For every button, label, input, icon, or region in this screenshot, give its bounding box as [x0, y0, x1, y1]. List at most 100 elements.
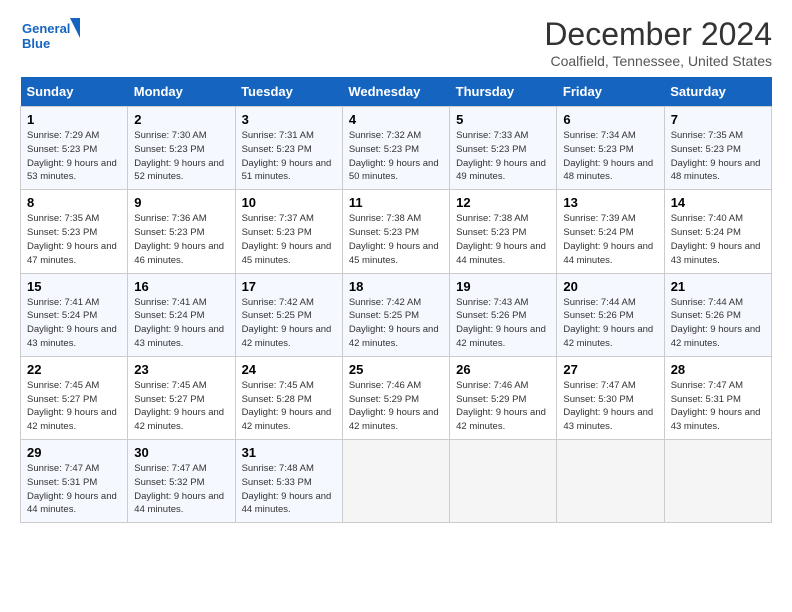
- page-header: General Blue December 2024 Coalfield, Te…: [20, 16, 772, 69]
- calendar-cell: 14 Sunrise: 7:40 AMSunset: 5:24 PMDaylig…: [664, 190, 771, 273]
- cell-info: Sunrise: 7:41 AMSunset: 5:24 PMDaylight:…: [134, 297, 224, 349]
- cell-info: Sunrise: 7:31 AMSunset: 5:23 PMDaylight:…: [242, 130, 332, 182]
- calendar-cell: 16 Sunrise: 7:41 AMSunset: 5:24 PMDaylig…: [128, 273, 235, 356]
- cell-info: Sunrise: 7:45 AMSunset: 5:27 PMDaylight:…: [134, 380, 224, 432]
- calendar-cell: 22 Sunrise: 7:45 AMSunset: 5:27 PMDaylig…: [21, 356, 128, 439]
- cell-info: Sunrise: 7:32 AMSunset: 5:23 PMDaylight:…: [349, 130, 439, 182]
- day-number: 9: [134, 195, 228, 210]
- day-number: 30: [134, 445, 228, 460]
- day-number: 31: [242, 445, 336, 460]
- calendar-cell: 4 Sunrise: 7:32 AMSunset: 5:23 PMDayligh…: [342, 107, 449, 190]
- calendar-cell: 5 Sunrise: 7:33 AMSunset: 5:23 PMDayligh…: [450, 107, 557, 190]
- day-number: 5: [456, 112, 550, 127]
- calendar-cell: [342, 440, 449, 523]
- day-number: 2: [134, 112, 228, 127]
- logo: General Blue: [20, 16, 80, 58]
- calendar-cell: 9 Sunrise: 7:36 AMSunset: 5:23 PMDayligh…: [128, 190, 235, 273]
- day-number: 18: [349, 279, 443, 294]
- title-block: December 2024 Coalfield, Tennessee, Unit…: [544, 16, 772, 69]
- cell-info: Sunrise: 7:37 AMSunset: 5:23 PMDaylight:…: [242, 213, 332, 265]
- calendar-cell: 11 Sunrise: 7:38 AMSunset: 5:23 PMDaylig…: [342, 190, 449, 273]
- day-number: 28: [671, 362, 765, 377]
- cell-info: Sunrise: 7:46 AMSunset: 5:29 PMDaylight:…: [349, 380, 439, 432]
- cell-info: Sunrise: 7:48 AMSunset: 5:33 PMDaylight:…: [242, 463, 332, 515]
- column-header-monday: Monday: [128, 77, 235, 107]
- calendar-cell: [450, 440, 557, 523]
- calendar-cell: 20 Sunrise: 7:44 AMSunset: 5:26 PMDaylig…: [557, 273, 664, 356]
- day-number: 16: [134, 279, 228, 294]
- cell-info: Sunrise: 7:47 AMSunset: 5:31 PMDaylight:…: [27, 463, 117, 515]
- cell-info: Sunrise: 7:45 AMSunset: 5:27 PMDaylight:…: [27, 380, 117, 432]
- cell-info: Sunrise: 7:38 AMSunset: 5:23 PMDaylight:…: [456, 213, 546, 265]
- day-number: 4: [349, 112, 443, 127]
- calendar-cell: 24 Sunrise: 7:45 AMSunset: 5:28 PMDaylig…: [235, 356, 342, 439]
- cell-info: Sunrise: 7:41 AMSunset: 5:24 PMDaylight:…: [27, 297, 117, 349]
- calendar-cell: 15 Sunrise: 7:41 AMSunset: 5:24 PMDaylig…: [21, 273, 128, 356]
- calendar-table: SundayMondayTuesdayWednesdayThursdayFrid…: [20, 77, 772, 523]
- day-number: 10: [242, 195, 336, 210]
- calendar-cell: 21 Sunrise: 7:44 AMSunset: 5:26 PMDaylig…: [664, 273, 771, 356]
- calendar-cell: 6 Sunrise: 7:34 AMSunset: 5:23 PMDayligh…: [557, 107, 664, 190]
- calendar-cell: 23 Sunrise: 7:45 AMSunset: 5:27 PMDaylig…: [128, 356, 235, 439]
- logo-svg: General Blue: [20, 16, 80, 58]
- calendar-cell: 12 Sunrise: 7:38 AMSunset: 5:23 PMDaylig…: [450, 190, 557, 273]
- cell-info: Sunrise: 7:44 AMSunset: 5:26 PMDaylight:…: [671, 297, 761, 349]
- calendar-cell: [664, 440, 771, 523]
- day-number: 26: [456, 362, 550, 377]
- day-number: 20: [563, 279, 657, 294]
- column-header-saturday: Saturday: [664, 77, 771, 107]
- cell-info: Sunrise: 7:36 AMSunset: 5:23 PMDaylight:…: [134, 213, 224, 265]
- column-header-sunday: Sunday: [21, 77, 128, 107]
- day-number: 27: [563, 362, 657, 377]
- cell-info: Sunrise: 7:44 AMSunset: 5:26 PMDaylight:…: [563, 297, 653, 349]
- calendar-cell: 27 Sunrise: 7:47 AMSunset: 5:30 PMDaylig…: [557, 356, 664, 439]
- day-number: 1: [27, 112, 121, 127]
- calendar-cell: 19 Sunrise: 7:43 AMSunset: 5:26 PMDaylig…: [450, 273, 557, 356]
- column-header-wednesday: Wednesday: [342, 77, 449, 107]
- cell-info: Sunrise: 7:43 AMSunset: 5:26 PMDaylight:…: [456, 297, 546, 349]
- column-header-thursday: Thursday: [450, 77, 557, 107]
- cell-info: Sunrise: 7:39 AMSunset: 5:24 PMDaylight:…: [563, 213, 653, 265]
- cell-info: Sunrise: 7:42 AMSunset: 5:25 PMDaylight:…: [242, 297, 332, 349]
- calendar-cell: 26 Sunrise: 7:46 AMSunset: 5:29 PMDaylig…: [450, 356, 557, 439]
- calendar-cell: 8 Sunrise: 7:35 AMSunset: 5:23 PMDayligh…: [21, 190, 128, 273]
- location: Coalfield, Tennessee, United States: [544, 53, 772, 69]
- cell-info: Sunrise: 7:47 AMSunset: 5:31 PMDaylight:…: [671, 380, 761, 432]
- svg-text:Blue: Blue: [22, 36, 50, 51]
- cell-info: Sunrise: 7:45 AMSunset: 5:28 PMDaylight:…: [242, 380, 332, 432]
- cell-info: Sunrise: 7:47 AMSunset: 5:30 PMDaylight:…: [563, 380, 653, 432]
- day-number: 8: [27, 195, 121, 210]
- cell-info: Sunrise: 7:34 AMSunset: 5:23 PMDaylight:…: [563, 130, 653, 182]
- day-number: 14: [671, 195, 765, 210]
- calendar-cell: 7 Sunrise: 7:35 AMSunset: 5:23 PMDayligh…: [664, 107, 771, 190]
- cell-info: Sunrise: 7:30 AMSunset: 5:23 PMDaylight:…: [134, 130, 224, 182]
- column-header-friday: Friday: [557, 77, 664, 107]
- day-number: 7: [671, 112, 765, 127]
- day-number: 23: [134, 362, 228, 377]
- cell-info: Sunrise: 7:38 AMSunset: 5:23 PMDaylight:…: [349, 213, 439, 265]
- day-number: 29: [27, 445, 121, 460]
- calendar-cell: 10 Sunrise: 7:37 AMSunset: 5:23 PMDaylig…: [235, 190, 342, 273]
- month-title: December 2024: [544, 16, 772, 53]
- cell-info: Sunrise: 7:35 AMSunset: 5:23 PMDaylight:…: [671, 130, 761, 182]
- svg-text:General: General: [22, 21, 70, 36]
- calendar-cell: 28 Sunrise: 7:47 AMSunset: 5:31 PMDaylig…: [664, 356, 771, 439]
- cell-info: Sunrise: 7:35 AMSunset: 5:23 PMDaylight:…: [27, 213, 117, 265]
- day-number: 22: [27, 362, 121, 377]
- calendar-cell: [557, 440, 664, 523]
- day-number: 12: [456, 195, 550, 210]
- day-number: 3: [242, 112, 336, 127]
- day-number: 21: [671, 279, 765, 294]
- calendar-cell: 18 Sunrise: 7:42 AMSunset: 5:25 PMDaylig…: [342, 273, 449, 356]
- calendar-cell: 13 Sunrise: 7:39 AMSunset: 5:24 PMDaylig…: [557, 190, 664, 273]
- cell-info: Sunrise: 7:29 AMSunset: 5:23 PMDaylight:…: [27, 130, 117, 182]
- day-number: 19: [456, 279, 550, 294]
- calendar-cell: 17 Sunrise: 7:42 AMSunset: 5:25 PMDaylig…: [235, 273, 342, 356]
- calendar-cell: 2 Sunrise: 7:30 AMSunset: 5:23 PMDayligh…: [128, 107, 235, 190]
- day-number: 15: [27, 279, 121, 294]
- calendar-cell: 3 Sunrise: 7:31 AMSunset: 5:23 PMDayligh…: [235, 107, 342, 190]
- day-number: 11: [349, 195, 443, 210]
- day-number: 13: [563, 195, 657, 210]
- calendar-cell: 29 Sunrise: 7:47 AMSunset: 5:31 PMDaylig…: [21, 440, 128, 523]
- cell-info: Sunrise: 7:33 AMSunset: 5:23 PMDaylight:…: [456, 130, 546, 182]
